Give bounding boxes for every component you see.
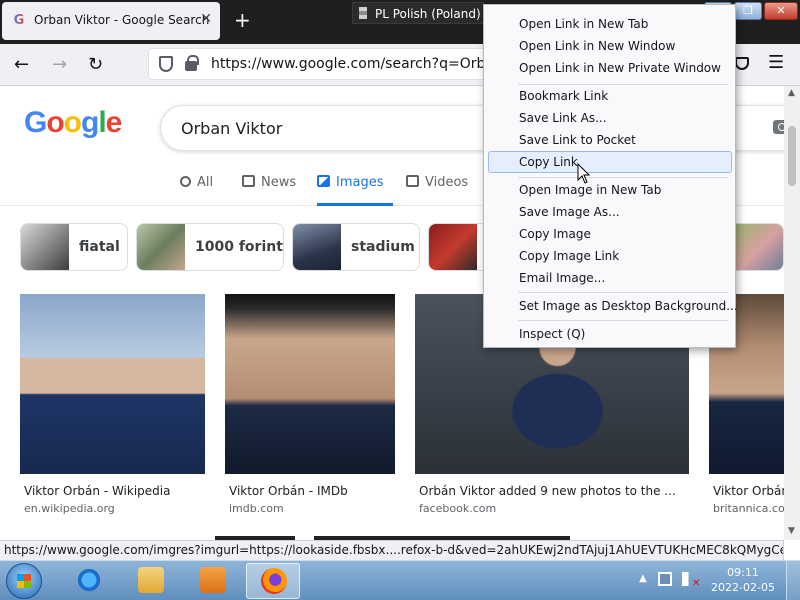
chip-label: 1000 forint xyxy=(195,239,283,255)
lock-icon[interactable] xyxy=(185,55,199,71)
chip-thumbnail xyxy=(137,224,185,270)
menu-item-copy-image[interactable]: Copy Image xyxy=(488,223,732,245)
suggestion-chip[interactable]: fiatal xyxy=(20,223,128,271)
scrollbar-thumb[interactable] xyxy=(788,126,796,186)
menu-item-copy-link[interactable]: Copy Link xyxy=(488,151,732,173)
tab-images[interactable]: Images xyxy=(317,164,393,206)
menu-separator xyxy=(518,320,728,321)
image-result[interactable]: Viktor Orbán - IMDb imdb.com xyxy=(225,294,397,524)
reload-icon[interactable]: ↻ xyxy=(88,54,103,75)
tab-title: Orban Viktor - Google Search xyxy=(34,13,210,27)
new-tab-button[interactable]: + xyxy=(234,8,251,32)
taskbar-app-file-explorer[interactable] xyxy=(124,563,178,599)
menu-item-open-link-new-tab[interactable]: Open Link in New Tab xyxy=(488,13,732,35)
tracking-protection-shield-icon[interactable] xyxy=(159,56,173,72)
google-favicon-icon: G xyxy=(13,13,25,28)
menu-item-save-link-as[interactable]: Save Link As... xyxy=(488,107,732,129)
show-hidden-icons-icon[interactable]: ▲ xyxy=(636,572,650,586)
chip-thumbnail xyxy=(293,224,341,270)
google-logo[interactable]: Google xyxy=(24,106,122,140)
result-title[interactable]: Viktor Orbán xyxy=(713,484,789,498)
taskbar-app-media-player[interactable] xyxy=(186,563,240,599)
tab-all[interactable]: All xyxy=(180,164,213,206)
menu-item-inspect[interactable]: Inspect (Q) xyxy=(488,323,732,345)
start-button[interactable] xyxy=(6,563,42,599)
url-bar[interactable]: https://www.google.com/search?q=Orban+Vi… xyxy=(148,48,488,80)
suggestion-chip[interactable] xyxy=(736,223,784,271)
taskbar-app-firefox[interactable] xyxy=(246,563,300,599)
suggestion-chip[interactable]: stadium xyxy=(292,223,420,271)
language-bar[interactable]: PL Polish (Poland) xyxy=(352,2,484,24)
mute-x-icon: ✕ xyxy=(692,578,701,589)
chip-thumbnail xyxy=(736,224,783,270)
menu-item-set-desktop-background[interactable]: Set Image as Desktop Background... xyxy=(488,295,738,317)
result-title[interactable]: Viktor Orbán - IMDb xyxy=(229,484,348,498)
media-player-icon xyxy=(200,567,226,593)
menu-item-email-image[interactable]: Email Image... xyxy=(488,267,732,289)
link-status-bar: https://www.google.com/imgres?imgurl=htt… xyxy=(0,540,784,560)
tab-news[interactable]: News xyxy=(242,164,296,206)
result-domain: imdb.com xyxy=(229,502,284,515)
result-domain: facebook.com xyxy=(419,502,497,515)
keyboard-layout-icon xyxy=(359,7,367,19)
browser-tab[interactable]: G Orban Viktor - Google Search ✕ xyxy=(2,2,220,40)
chip-thumbnail xyxy=(429,224,477,270)
pocket-icon[interactable] xyxy=(735,57,749,70)
menu-item-open-image-new-tab[interactable]: Open Image in New Tab xyxy=(488,179,732,201)
news-icon xyxy=(242,175,255,187)
chip-label: fiatal xyxy=(79,239,120,255)
menu-item-copy-image-link[interactable]: Copy Image Link xyxy=(488,245,732,267)
clock-date: 2022-02-05 xyxy=(711,581,775,594)
result-domain: britannica.co xyxy=(713,502,785,515)
scroll-up-arrow-icon[interactable]: ▲ xyxy=(788,88,795,98)
menu-separator xyxy=(518,292,728,293)
menu-item-bookmark-link[interactable]: Bookmark Link xyxy=(488,85,732,107)
url-text[interactable]: https://www.google.com/search?q=Orban+Vi… xyxy=(211,56,485,72)
network-icon[interactable] xyxy=(658,572,672,586)
internet-explorer-icon xyxy=(76,567,102,593)
menu-item-save-link-to-pocket[interactable]: Save Link to Pocket xyxy=(488,129,732,151)
taskbar-app-internet-explorer[interactable] xyxy=(62,563,116,599)
suggestion-chip[interactable]: 1000 forint xyxy=(136,223,284,271)
result-domain: en.wikipedia.org xyxy=(24,502,115,515)
maximize-button[interactable]: ❐ xyxy=(734,2,762,20)
tab-close-icon[interactable]: ✕ xyxy=(200,11,212,27)
window-close-button[interactable]: ✕ xyxy=(764,2,798,20)
suggestion-chip[interactable] xyxy=(428,223,484,271)
hamburger-menu-icon[interactable]: ☰ xyxy=(768,52,784,73)
context-menu: Open Link in New Tab Open Link in New Wi… xyxy=(483,4,738,348)
menu-item-open-link-private-window[interactable]: Open Link in New Private Window xyxy=(488,57,732,79)
menu-separator xyxy=(518,177,728,178)
images-icon xyxy=(317,175,330,187)
firefox-icon xyxy=(261,568,287,594)
taskbar-clock[interactable]: 09:11 2022-02-05 xyxy=(708,565,778,595)
result-title[interactable]: Viktor Orbán - Wikipedia xyxy=(24,484,170,498)
search-icon xyxy=(180,176,191,187)
forward-arrow-icon[interactable]: → xyxy=(52,54,67,75)
image-result[interactable]: Viktor Orbán - Wikipedia en.wikipedia.or… xyxy=(20,294,206,524)
chip-label: stadium xyxy=(351,239,415,255)
clock-time: 09:11 xyxy=(727,566,759,579)
chip-thumbnail xyxy=(21,224,69,270)
show-desktop-button[interactable] xyxy=(786,561,800,600)
scroll-down-arrow-icon[interactable]: ▼ xyxy=(788,526,795,536)
page-scrollbar[interactable]: ▲ ▼ xyxy=(784,86,800,540)
menu-item-open-link-new-window[interactable]: Open Link in New Window xyxy=(488,35,732,57)
menu-item-save-image-as[interactable]: Save Image As... xyxy=(488,201,732,223)
videos-icon xyxy=(406,175,419,187)
mouse-cursor-icon xyxy=(577,163,591,184)
search-input[interactable]: Orban Viktor xyxy=(181,119,282,138)
result-title[interactable]: Orbán Viktor added 9 new photos to the .… xyxy=(419,484,676,498)
file-explorer-icon xyxy=(138,567,164,593)
tab-videos[interactable]: Videos xyxy=(406,164,468,206)
language-label: PL Polish (Poland) xyxy=(375,7,481,21)
back-arrow-icon[interactable]: ← xyxy=(14,54,29,75)
windows-taskbar xyxy=(0,560,800,600)
result-image[interactable] xyxy=(20,294,205,474)
result-image[interactable] xyxy=(225,294,395,474)
